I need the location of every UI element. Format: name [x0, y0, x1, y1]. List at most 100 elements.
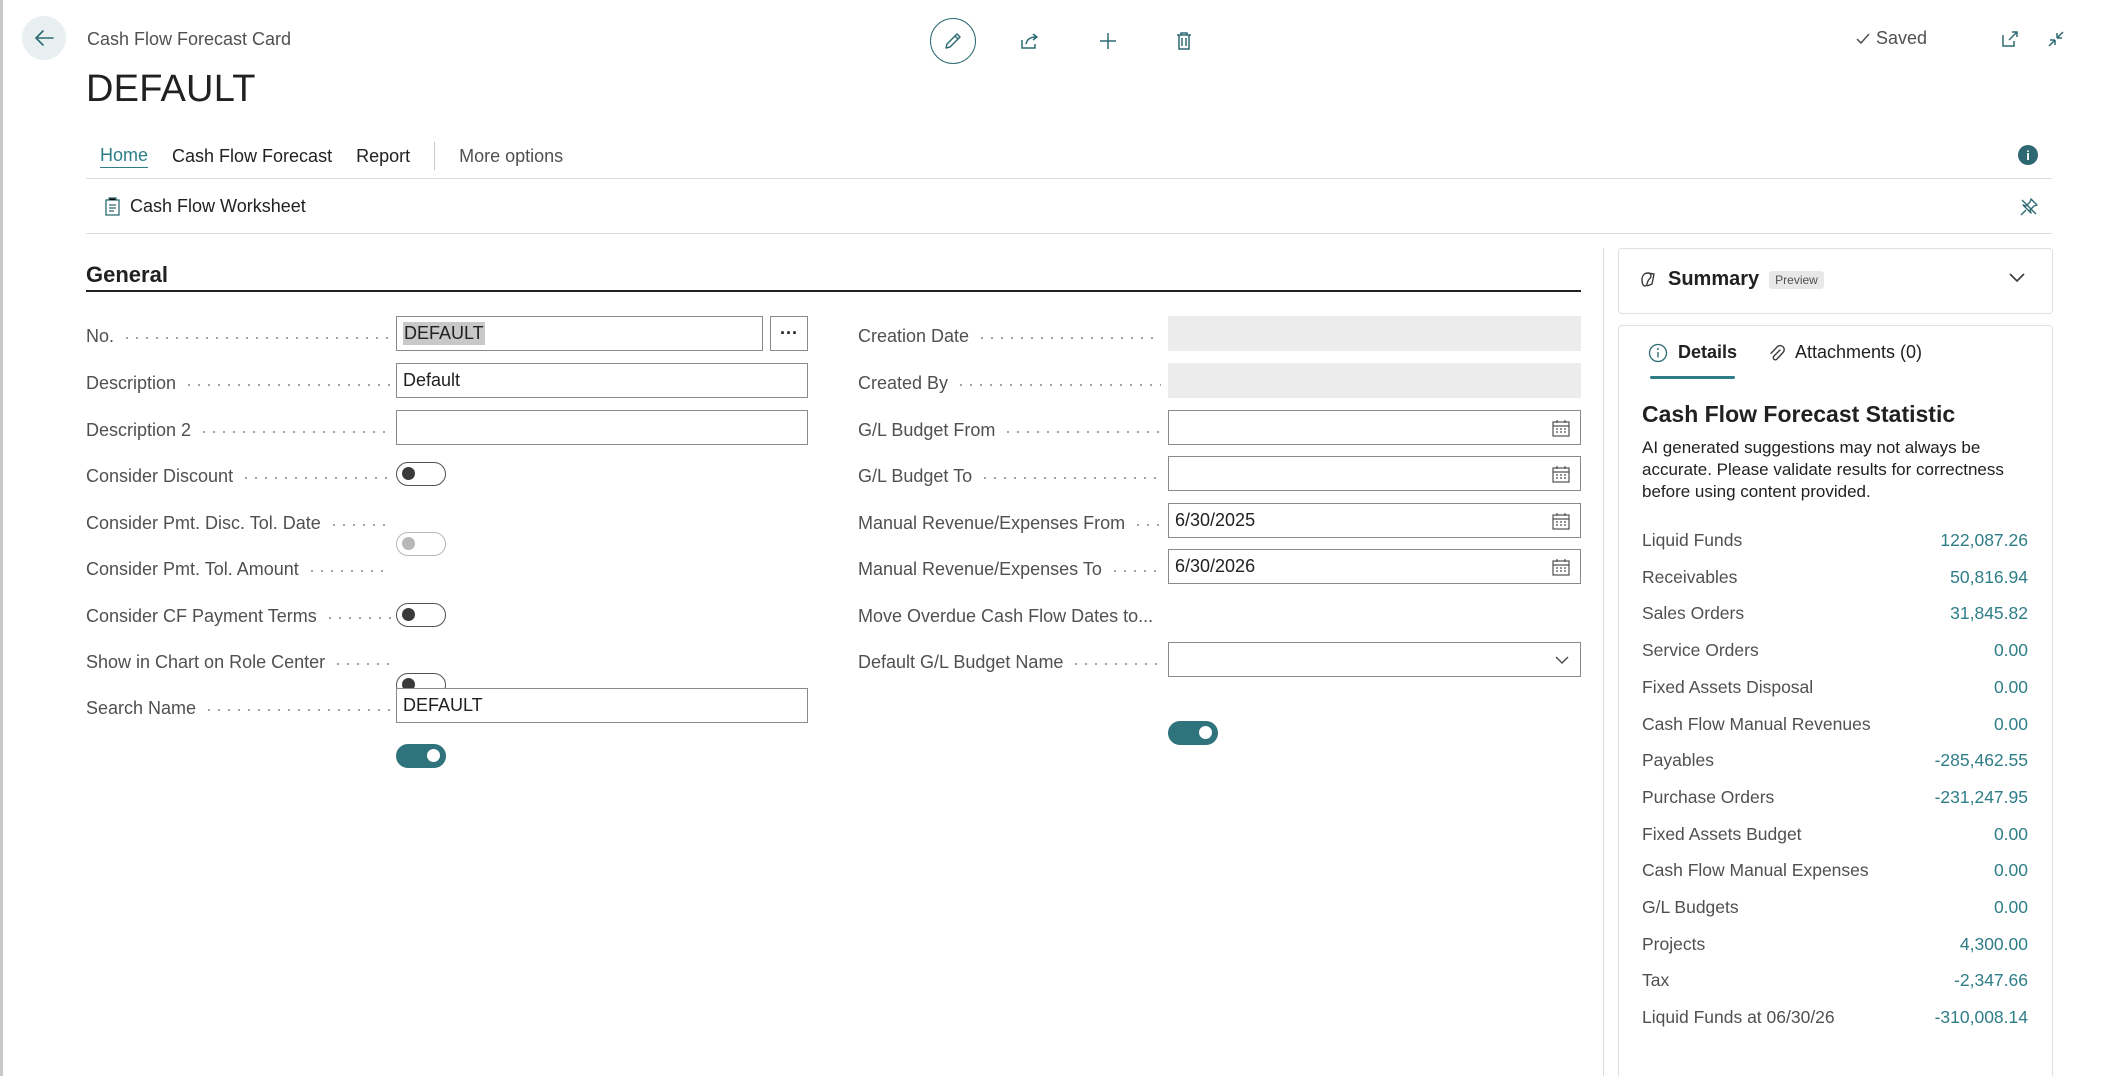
statistic-value-link[interactable]: -285,462.55: [1935, 750, 2028, 771]
tab-details[interactable]: Details: [1648, 342, 1737, 363]
tab-details-label: Details: [1678, 342, 1738, 362]
tab-cash-flow-forecast[interactable]: Cash Flow Forecast: [172, 146, 332, 167]
description-input[interactable]: Default: [396, 363, 808, 398]
statistic-label: Cash Flow Manual Expenses: [1642, 859, 1869, 880]
statistic-value-link[interactable]: 0.00: [1994, 824, 2028, 845]
statistic-value-link[interactable]: 31,845.82: [1950, 603, 2028, 624]
action-bar-divider: [86, 178, 2052, 179]
calendar-icon[interactable]: [1552, 558, 1570, 576]
description-2-label: Description 2: [86, 417, 391, 443]
created-by-label: Created By: [858, 370, 1161, 396]
share-button[interactable]: [1007, 18, 1053, 64]
manual-revenue-expenses-from-label: Manual Revenue/Expenses From: [858, 510, 1161, 536]
info-outline-icon: [1648, 343, 1668, 362]
cash-flow-worksheet-button[interactable]: Cash Flow Worksheet: [104, 196, 306, 217]
move-overdue-toggle[interactable]: [1168, 721, 1218, 745]
more-options-button[interactable]: More options: [459, 146, 563, 167]
search-name-input[interactable]: DEFAULT: [396, 688, 808, 723]
statistic-label: Fixed Assets Disposal: [1642, 676, 1814, 697]
page-title: DEFAULT: [86, 68, 256, 110]
statistic-value-link[interactable]: 4,300.00: [1960, 934, 2028, 955]
share-icon: [1021, 33, 1038, 49]
statistic-label: Service Orders: [1642, 639, 1759, 660]
breadcrumb: Cash Flow Forecast Card: [87, 29, 292, 49]
statistic-row: Service Orders 0.00: [1642, 638, 2028, 662]
manual-revenue-expenses-from-input[interactable]: 6/30/2025: [1168, 503, 1581, 538]
statistic-value-link[interactable]: 50,816.94: [1950, 567, 2028, 588]
statistic-row: Payables -285,462.55: [1642, 748, 2028, 772]
consider-pmt-disc-tol-date-toggle[interactable]: [396, 532, 446, 556]
gl-budget-to-input[interactable]: [1168, 456, 1581, 491]
description-label: Description: [86, 370, 391, 396]
delete-button[interactable]: [1161, 18, 1207, 64]
tab-home[interactable]: Home: [100, 145, 149, 168]
statistic-row: Projects 4,300.00: [1642, 932, 2028, 956]
statistic-label: Cash Flow Manual Revenues: [1642, 713, 1871, 734]
gl-budget-from-label: G/L Budget From: [858, 417, 1161, 443]
statistic-value-link[interactable]: 0.00: [1994, 640, 2028, 661]
action-tabs: Home Cash Flow Forecast Report More opti…: [88, 142, 575, 170]
summary-expand-button[interactable]: [2008, 270, 2026, 284]
statistic-value-link[interactable]: 0.00: [1994, 897, 2028, 918]
statistic-value-link[interactable]: -2,347.66: [1954, 970, 2028, 991]
show-in-chart-label: Show in Chart on Role Center: [86, 649, 391, 675]
manual-revenue-expenses-to-input[interactable]: 6/30/2026: [1168, 549, 1581, 584]
paperclip-icon: [1770, 344, 1785, 360]
statistic-label: Fixed Assets Budget: [1642, 823, 1802, 844]
saved-status: Saved: [1855, 28, 1927, 49]
statistic-value-link[interactable]: 0.00: [1994, 860, 2028, 881]
statistic-row: Cash Flow Manual Revenues 0.00: [1642, 712, 2028, 736]
statistic-row: Purchase Orders -231,247.95: [1642, 785, 2028, 809]
tab-report[interactable]: Report: [356, 146, 410, 167]
preview-badge: Preview: [1769, 270, 1824, 289]
consider-cf-payment-terms-label: Consider CF Payment Terms: [86, 603, 391, 629]
tab-details-active-indicator: [1650, 376, 1735, 379]
no-assist-button[interactable]: ···: [770, 316, 808, 351]
no-input[interactable]: DEFAULT: [396, 316, 763, 351]
move-overdue-label: Move Overdue Cash Flow Dates to...: [858, 606, 1154, 626]
statistic-value-link[interactable]: 0.00: [1994, 714, 2028, 735]
open-new-window-button[interactable]: [1995, 24, 2025, 54]
checkmark-icon: [1856, 33, 1870, 44]
statistic-row: Sales Orders 31,845.82: [1642, 601, 2028, 625]
calendar-icon[interactable]: [1552, 419, 1570, 437]
back-button[interactable]: [22, 16, 66, 60]
consider-pmt-disc-tol-date-label: Consider Pmt. Disc. Tol. Date: [86, 510, 391, 536]
gl-budget-to-label: G/L Budget To: [858, 463, 1161, 489]
no-label: No.: [86, 323, 391, 349]
consider-pmt-tol-amount-label: Consider Pmt. Tol. Amount: [86, 556, 391, 582]
statistic-value-link[interactable]: -231,247.95: [1935, 787, 2028, 808]
edit-button[interactable]: [930, 18, 976, 64]
promoted-bar-divider: [86, 233, 2052, 234]
info-icon[interactable]: i: [2018, 145, 2038, 165]
open-in-new-window-icon: [2002, 31, 2018, 47]
statistic-label: Liquid Funds at 06/30/26: [1642, 1006, 1835, 1027]
statistic-value-link[interactable]: 122,087.26: [1940, 530, 2028, 551]
calendar-icon[interactable]: [1552, 465, 1570, 483]
consider-discount-toggle[interactable]: [396, 462, 446, 486]
created-by-field: [1168, 363, 1581, 398]
statistic-row: Liquid Funds 122,087.26: [1642, 528, 2028, 552]
pin-button[interactable]: [2018, 196, 2042, 220]
statistic-label: Receivables: [1642, 566, 1738, 587]
tab-attachments[interactable]: Attachments (0): [1767, 342, 1922, 363]
copilot-summary-icon: [1641, 271, 1655, 287]
statistic-value-link[interactable]: -310,008.14: [1935, 1007, 2028, 1028]
collapse-button[interactable]: [2041, 24, 2071, 54]
gl-budget-from-input[interactable]: [1168, 410, 1581, 445]
default-gl-budget-name-select[interactable]: [1168, 642, 1581, 677]
statistic-value-link[interactable]: 0.00: [1994, 677, 2028, 698]
description-2-input[interactable]: [396, 410, 808, 445]
show-in-chart-toggle[interactable]: [396, 744, 446, 768]
calendar-icon[interactable]: [1552, 512, 1570, 530]
tab-separator: [434, 142, 436, 170]
new-button[interactable]: [1085, 18, 1131, 64]
creation-date-label: Creation Date: [858, 323, 1161, 349]
statistic-label: Projects: [1642, 933, 1706, 954]
statistic-title: Cash Flow Forecast Statistic: [1642, 401, 1956, 427]
tab-attachments-label: Attachments (0): [1795, 342, 1923, 362]
ai-disclaimer: AI generated suggestions may not always …: [1642, 438, 2004, 501]
worksheet-label: Cash Flow Worksheet: [130, 196, 306, 216]
summary-header[interactable]: Summary Preview: [1638, 268, 1824, 291]
consider-pmt-tol-amount-toggle[interactable]: [396, 603, 446, 627]
